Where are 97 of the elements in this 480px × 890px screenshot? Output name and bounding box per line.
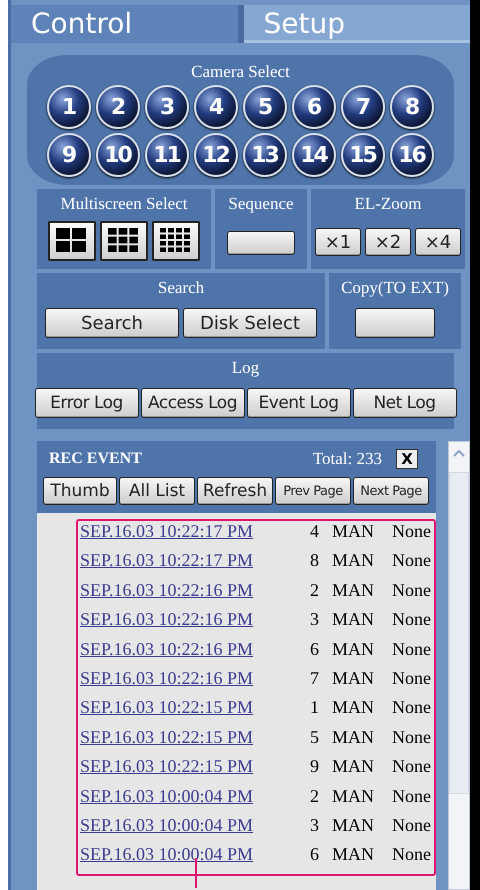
camera-number: 3 xyxy=(310,814,320,836)
event-mode: MAN xyxy=(332,668,376,689)
camera-button[interactable]: 11 xyxy=(144,133,188,177)
camera-button[interactable]: 15 xyxy=(340,133,384,177)
camera-button[interactable]: 5 xyxy=(242,85,286,129)
camera-number: 4 xyxy=(310,521,320,542)
event-status: None xyxy=(392,521,431,542)
event-status: None xyxy=(392,844,431,866)
event-mode: MAN xyxy=(332,726,376,748)
event-mode: MAN xyxy=(332,844,376,866)
event-status: None xyxy=(392,580,431,601)
camera-button[interactable]: 10 xyxy=(96,133,140,177)
event-mode: MAN xyxy=(332,697,376,718)
grid-icon xyxy=(55,227,89,255)
layout-button[interactable] xyxy=(152,221,200,261)
log-button[interactable]: Event Log xyxy=(246,388,350,418)
search-button[interactable]: Search xyxy=(45,308,179,338)
camera-number: 6 xyxy=(310,638,320,660)
event-mode: MAN xyxy=(332,756,376,778)
section-title: EL-Zoom xyxy=(354,193,422,215)
camera-button[interactable]: 2 xyxy=(96,85,140,129)
event-time-link[interactable]: SEP.16.03 10:00:04 PM xyxy=(80,844,310,866)
camera-number: 5 xyxy=(310,726,320,748)
camera-number: 2 xyxy=(310,786,320,807)
event-status: None xyxy=(392,550,431,572)
copy-button[interactable] xyxy=(355,308,435,338)
event-mode: MAN xyxy=(332,521,376,542)
event-button[interactable]: Next Page xyxy=(353,477,429,505)
camera-number: 3 xyxy=(310,609,320,630)
section-title: Multiscreen Select xyxy=(60,193,188,215)
camera-button[interactable]: 4 xyxy=(194,85,238,129)
layout-button[interactable] xyxy=(48,221,96,261)
event-time-link[interactable]: SEP.16.03 10:22:16 PM xyxy=(80,580,310,601)
event-button[interactable]: Thumb xyxy=(43,477,117,505)
event-time-link[interactable]: SEP.16.03 10:22:15 PM xyxy=(80,756,310,778)
event-time-link[interactable]: SEP.16.03 10:00:04 PM xyxy=(80,786,310,807)
event-status: None xyxy=(392,668,431,689)
close-button[interactable]: X xyxy=(396,449,418,469)
event-time-link[interactable]: SEP.16.03 10:22:15 PM xyxy=(80,697,310,718)
event-status: None xyxy=(392,726,431,748)
camera-button[interactable]: 13 xyxy=(242,133,286,177)
scrollbar[interactable] xyxy=(448,441,470,890)
camera-button[interactable]: 14 xyxy=(292,133,336,177)
section-title: Log xyxy=(232,357,260,379)
camera-number: 8 xyxy=(310,550,320,572)
event-mode: MAN xyxy=(332,814,376,836)
event-time-link[interactable]: SEP.16.03 10:22:16 PM xyxy=(80,609,310,630)
camera-button[interactable]: 16 xyxy=(390,133,434,177)
camera-number: 7 xyxy=(310,668,320,689)
camera-number: 6 xyxy=(310,844,320,866)
log-button[interactable]: Net Log xyxy=(352,388,456,418)
camera-button[interactable]: 7 xyxy=(340,85,384,129)
event-button[interactable]: Prev Page xyxy=(275,477,351,505)
layout-button[interactable] xyxy=(100,221,148,261)
event-status: None xyxy=(392,697,431,718)
event-mode: MAN xyxy=(332,786,376,807)
event-mode: MAN xyxy=(332,638,376,660)
camera-number: 2 xyxy=(310,580,320,601)
camera-button[interactable]: 3 xyxy=(144,85,188,129)
camera-button[interactable]: 9 xyxy=(46,133,90,177)
event-mode: MAN xyxy=(332,550,376,572)
zoom-button[interactable]: ×2 xyxy=(365,228,411,256)
event-mode: MAN xyxy=(332,580,376,601)
event-time-link[interactable]: SEP.16.03 10:22:15 PM xyxy=(80,726,310,748)
log-button[interactable]: Access Log xyxy=(140,388,244,418)
event-status: None xyxy=(392,638,431,660)
section-title: Copy(TO EXT) xyxy=(341,277,449,299)
camera-button[interactable]: 12 xyxy=(194,133,238,177)
event-time-link[interactable]: SEP.16.03 10:22:17 PM xyxy=(80,521,310,542)
grid-icon xyxy=(107,227,141,255)
event-time-link[interactable]: SEP.16.03 10:22:16 PM xyxy=(80,638,310,660)
event-status: None xyxy=(392,814,431,836)
event-status: None xyxy=(392,786,431,807)
camera-button[interactable]: 6 xyxy=(292,85,336,129)
sequence-button[interactable] xyxy=(227,231,295,255)
section-title: Camera Select xyxy=(191,61,290,83)
event-time-link[interactable]: SEP.16.03 10:22:16 PM xyxy=(80,668,310,689)
grid-icon xyxy=(159,227,193,255)
camera-number: 9 xyxy=(310,756,320,778)
search-button[interactable]: Disk Select xyxy=(183,308,317,338)
section-title: Sequence xyxy=(228,193,294,215)
zoom-button[interactable]: ×4 xyxy=(415,228,461,256)
zoom-button[interactable]: ×1 xyxy=(315,228,361,256)
event-button[interactable]: All List xyxy=(119,477,195,505)
event-status: None xyxy=(392,609,431,630)
camera-number: 1 xyxy=(310,697,320,718)
event-title: REC EVENT xyxy=(49,450,143,468)
log-button[interactable]: Error Log xyxy=(34,388,138,418)
camera-button[interactable]: 8 xyxy=(390,85,434,129)
event-time-link[interactable]: SEP.16.03 10:00:04 PM xyxy=(80,814,310,836)
camera-button[interactable]: 1 xyxy=(46,85,90,129)
event-mode: MAN xyxy=(332,609,376,630)
event-time-link[interactable]: SEP.16.03 10:22:17 PM xyxy=(80,550,310,572)
section-title: Search xyxy=(158,277,204,299)
total-count: Total: 233 xyxy=(312,449,382,469)
event-button[interactable]: Refresh xyxy=(197,477,273,505)
event-status: None xyxy=(392,756,431,778)
